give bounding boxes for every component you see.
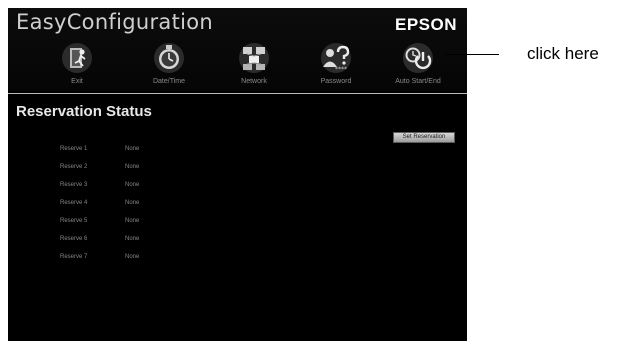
nav-label: Password [320, 78, 352, 85]
header: EasyConfiguration EPSON Exit Date/Time N… [8, 8, 467, 91]
header-divider [8, 93, 467, 94]
reservation-status: None [125, 146, 140, 152]
reservation-name: Reserve 7 [60, 254, 88, 260]
nav-label: Auto Start/End [395, 78, 441, 85]
reservation-status: None [125, 200, 140, 206]
reservation-name: Reserve 1 [60, 146, 88, 152]
nav-password[interactable]: **** Password [301, 42, 371, 89]
reservation-status: None [125, 182, 140, 188]
reservation-row: Reserve 1 None [8, 146, 308, 156]
clock-icon [154, 43, 184, 73]
power-timer-icon [403, 43, 433, 73]
nav-exit[interactable]: Exit [42, 42, 112, 89]
reservation-name: Reserve 4 [60, 200, 88, 206]
reservation-status: None [125, 236, 140, 242]
callout-text: click here [527, 44, 599, 63]
nav-date-time[interactable]: Date/Time [134, 42, 204, 89]
reservation-row: Reserve 5 None [8, 218, 308, 228]
reservation-status: None [125, 164, 140, 170]
exit-icon [62, 43, 92, 73]
reservation-row: Reserve 3 None [8, 182, 308, 192]
reservation-name: Reserve 2 [60, 164, 88, 170]
reservation-status: None [125, 254, 140, 260]
password-icon: **** [321, 43, 351, 73]
reservation-row: Reserve 4 None [8, 200, 308, 210]
reservation-name: Reserve 3 [60, 182, 88, 188]
set-reservation-button[interactable]: Set Reservation [393, 132, 455, 143]
app-window: EasyConfiguration EPSON Exit Date/Time N… [8, 8, 467, 341]
nav-label: Exit [71, 78, 83, 85]
app-title: EasyConfiguration [16, 10, 214, 34]
reservation-row: Reserve 2 None [8, 164, 308, 174]
nav-auto-start-end[interactable]: Auto Start/End [383, 42, 453, 89]
reservation-name: Reserve 6 [60, 236, 88, 242]
reservation-row: Reserve 7 None [8, 254, 308, 264]
svg-text:****: **** [335, 66, 347, 73]
nav-label: Network [241, 78, 267, 85]
page-title: Reservation Status [16, 103, 152, 120]
reservation-status: None [125, 218, 140, 224]
reservation-name: Reserve 5 [60, 218, 88, 224]
nav-label: Date/Time [152, 78, 186, 85]
brand-logo: EPSON [395, 15, 458, 34]
network-icon [239, 43, 269, 73]
callout-line [445, 54, 499, 55]
nav-network[interactable]: Network [219, 42, 289, 89]
reservation-row: Reserve 6 None [8, 236, 308, 246]
